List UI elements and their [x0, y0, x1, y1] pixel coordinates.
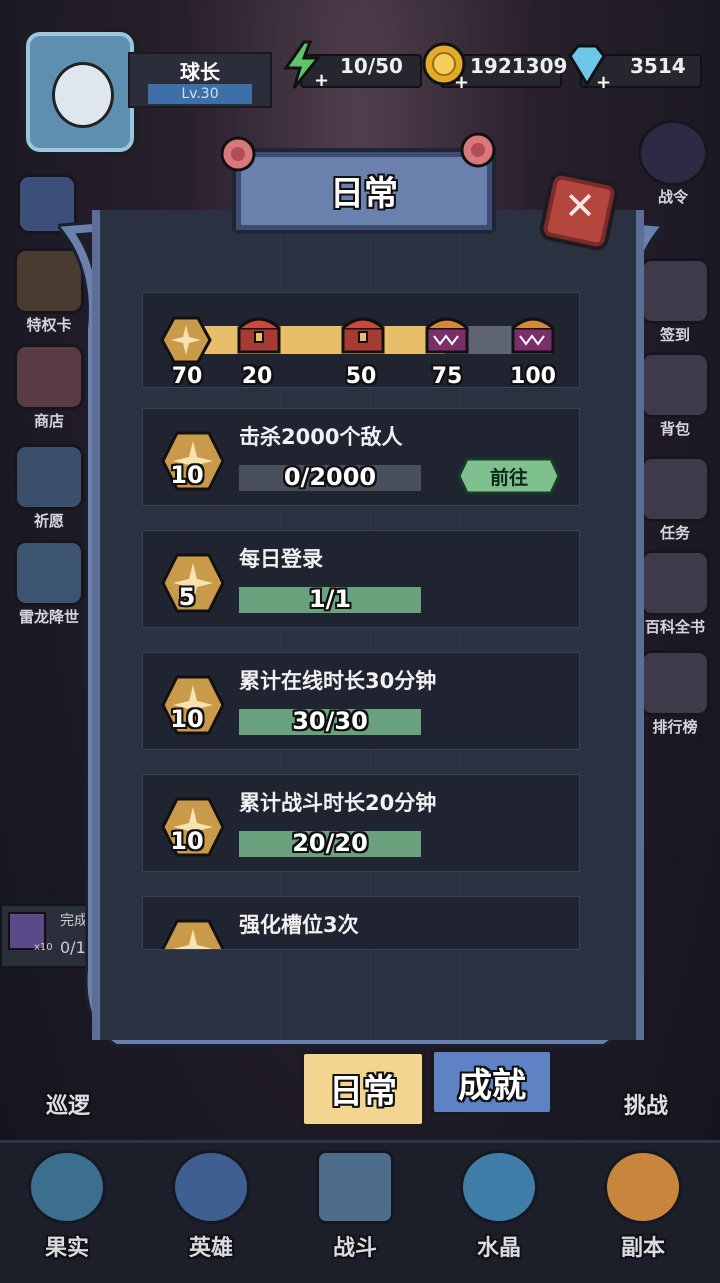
gold-plus-icon[interactable]: +	[420, 40, 470, 90]
activity-current: 70	[171, 364, 203, 389]
activity-star-icon	[160, 316, 212, 364]
close-icon: ✕	[564, 184, 596, 229]
dungeon-icon	[604, 1150, 682, 1224]
challenge-label[interactable]: 挑战	[624, 1088, 668, 1120]
task-reward: 5	[178, 583, 196, 611]
chest-icon[interactable]	[338, 310, 388, 356]
patrol-label[interactable]: 巡逻	[46, 1088, 90, 1120]
gems-value: 3514	[630, 54, 686, 78]
nav-label: 水晶	[476, 1236, 521, 1261]
milestone-label: 50	[345, 364, 377, 389]
milestone-label: 100	[510, 364, 556, 389]
hero-icon	[172, 1150, 250, 1224]
battle-icon	[316, 1150, 394, 1224]
gem-plus-icon[interactable]: +	[562, 40, 612, 90]
energy-plus-icon[interactable]: +	[278, 40, 328, 90]
mimic-chest-icon[interactable]	[508, 310, 558, 356]
svg-text:+: +	[314, 70, 328, 90]
tab-achievement-label: 成就	[458, 1066, 526, 1106]
svg-text:+: +	[454, 72, 469, 90]
nav-label: 战斗	[332, 1236, 377, 1261]
task-progress-text: 0/2000	[283, 463, 377, 491]
svg-text:+: +	[596, 72, 611, 90]
milestone-label: 75	[431, 364, 463, 389]
fruit-icon	[28, 1150, 106, 1224]
nav-label: 果实	[44, 1236, 89, 1261]
rose-icon	[220, 136, 256, 172]
task-progress-bar: 0/2000	[239, 463, 421, 491]
tab-achievement[interactable]: 成就	[430, 1048, 554, 1116]
nav-hero[interactable]: 英雄	[156, 1150, 266, 1262]
nav-fruit[interactable]: 果实	[12, 1150, 122, 1262]
task-reward: 10	[170, 827, 204, 855]
go-button[interactable]: 前往	[457, 457, 561, 495]
task-progress-text: 20/20	[292, 829, 368, 857]
chest-icon[interactable]	[234, 310, 284, 356]
mimic-chest-icon[interactable]	[422, 310, 472, 356]
player-level: Lv.30	[148, 84, 252, 104]
go-button-label: 前往	[489, 467, 528, 489]
task-row-kill-enemies: 10 击杀2000个敌人 0/2000 前往	[142, 408, 580, 506]
task-row-battle-time: 10 累计战斗时长20分钟 20/20	[142, 774, 580, 872]
gold-value: 1921309	[470, 54, 568, 78]
rose-icon	[460, 132, 496, 168]
activity-star-icon	[161, 919, 225, 949]
task-name: 每日登录	[239, 547, 323, 571]
nav-label: 英雄	[188, 1236, 233, 1261]
task-name: 击杀2000个敌人	[239, 425, 403, 449]
side-quest-multiplier: x10	[34, 942, 53, 953]
task-progress-bar: 20/20	[239, 829, 421, 857]
task-progress-text: 30/30	[292, 707, 368, 735]
avatar-face	[52, 62, 114, 128]
player-name: 球长	[180, 60, 220, 84]
task-row-online-time: 10 累计在线时长30分钟 30/30	[142, 652, 580, 750]
nav-label: 副本	[620, 1236, 665, 1261]
task-reward: 10	[170, 461, 204, 489]
task-row-upgrade-slot: 强化槽位3次	[142, 896, 580, 950]
nav-dungeon[interactable]: 副本	[588, 1150, 698, 1262]
task-progress-text: 1/1	[308, 585, 352, 613]
task-reward: 10	[170, 705, 204, 733]
task-progress-bar: 1/1	[239, 585, 421, 613]
nav-battle[interactable]: 战斗	[300, 1150, 410, 1262]
tab-daily[interactable]: 日常	[300, 1050, 426, 1128]
energy-value: 10/50	[340, 54, 403, 78]
task-name: 累计在线时长30分钟	[239, 669, 437, 693]
milestone-label: 20	[241, 364, 273, 389]
task-name: 强化槽位3次	[239, 913, 359, 937]
task-row-daily-login: 5 每日登录 1/1	[142, 530, 580, 628]
nav-crystal[interactable]: 水晶	[444, 1150, 554, 1262]
task-name: 累计战斗时长20分钟	[239, 791, 437, 815]
player-namebox: 球长 Lv.30	[128, 52, 272, 108]
crystal-icon	[460, 1150, 538, 1224]
task-progress-bar: 30/30	[239, 707, 421, 735]
tab-daily-label: 日常	[329, 1072, 397, 1112]
close-button[interactable]: ✕	[537, 169, 621, 253]
player-avatar[interactable]	[22, 28, 138, 156]
